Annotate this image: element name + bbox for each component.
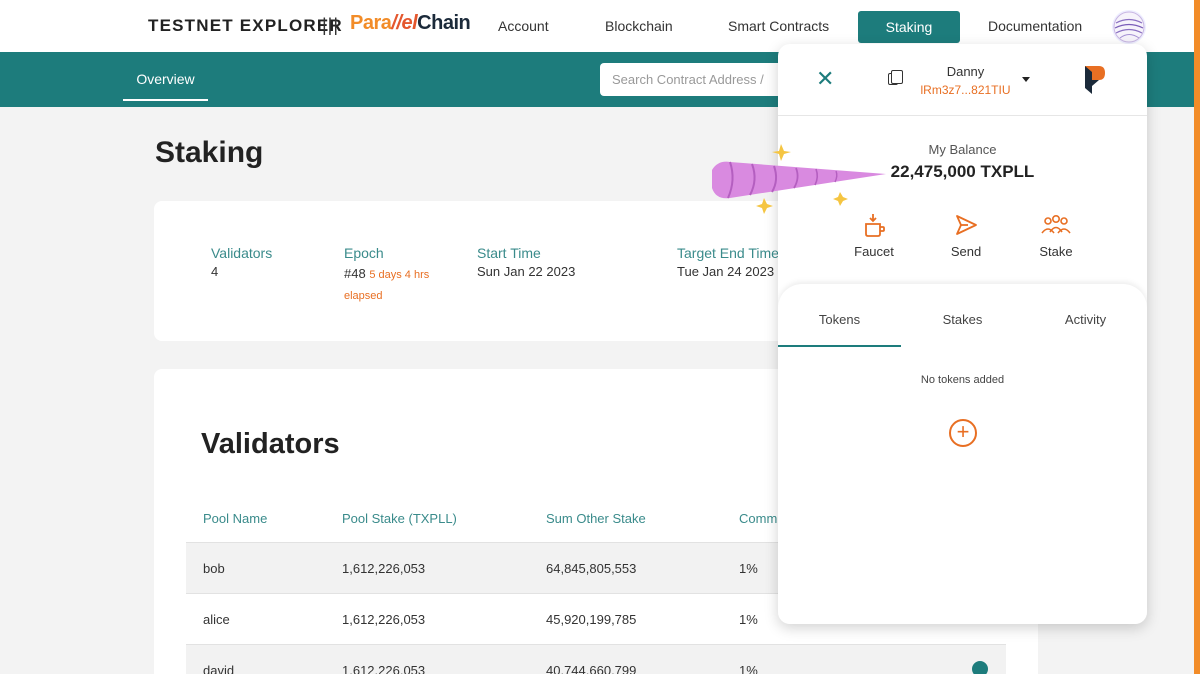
sparkle-icon (772, 144, 791, 161)
epoch-number: #48 (344, 266, 366, 281)
table-row[interactable]: david 1,612,226,053 40,744,660,799 1% (186, 644, 1006, 674)
brand-title[interactable]: TESTNET EXPLORER (148, 16, 343, 36)
tab-overview-underline (123, 99, 208, 101)
pool-stake: 1,612,226,053 (342, 663, 426, 674)
parallelchain-logo[interactable]: Para//elChain (350, 12, 471, 35)
pool-name: david (203, 663, 235, 674)
logo-text-slash: //el (391, 12, 418, 34)
page-title: Staking (155, 136, 264, 169)
pool-stake: 1,612,226,053 (342, 561, 426, 576)
nav-documentation[interactable]: Documentation (988, 18, 1082, 34)
validators-count-value: 4 (211, 264, 219, 279)
tab-overview[interactable]: Overview (123, 71, 208, 87)
wallet-popup: ✕ Danny lRm3z7...821TIU My Balance 22,47… (778, 44, 1147, 624)
account-address: lRm3z7...821TIU (920, 83, 1011, 97)
close-icon[interactable]: ✕ (816, 68, 834, 90)
faucet-label: Faucet (854, 244, 894, 259)
commission: 1% (739, 612, 758, 627)
nav-account[interactable]: Account (498, 18, 549, 34)
logo-text-para: Para (350, 12, 392, 34)
epoch-value: #48 5 days 4 hrs elapsed (344, 264, 454, 306)
tab-activity[interactable]: Activity (1024, 312, 1147, 327)
stake-button[interactable]: Stake (1021, 212, 1091, 259)
end-time-label: Target End Time (677, 245, 779, 261)
unicorn-horn-decoration (712, 144, 886, 214)
nav-blockchain[interactable]: Blockchain (605, 18, 673, 34)
stake-label: Stake (1039, 244, 1073, 259)
wallet-header: ✕ Danny lRm3z7...821TIU (778, 44, 1147, 116)
other-stake: 45,920,199,785 (546, 612, 637, 627)
pool-name: bob (203, 561, 225, 576)
empty-tokens-message: No tokens added (920, 374, 1005, 386)
validators-title: Validators (201, 428, 340, 460)
nav-smart-contracts[interactable]: Smart Contracts (728, 18, 829, 34)
sparkle-icon (833, 192, 848, 206)
column-header-pool-stake: Pool Stake (TXPLL) (342, 511, 457, 526)
copy-icon[interactable] (888, 70, 903, 85)
globe-icon (1113, 11, 1145, 43)
other-stake: 64,845,805,553 (546, 561, 637, 576)
scrollbar[interactable] (1194, 0, 1200, 674)
pool-stake: 1,612,226,053 (342, 612, 426, 627)
other-stake: 40,744,660,799 (546, 663, 637, 674)
search-input[interactable]: Search Contract Address / (600, 63, 800, 96)
add-token-button[interactable]: + (949, 419, 977, 447)
wallet-tabs-panel: Tokens Stakes Activity No tokens added + (778, 284, 1147, 624)
epoch-label: Epoch (344, 245, 384, 261)
parallelchain-wallet-logo-icon (1085, 66, 1105, 94)
commission: 1% (739, 561, 758, 576)
tab-stakes[interactable]: Stakes (901, 312, 1024, 327)
sparkle-icon (756, 198, 773, 214)
epoch-elapsed-suffix: elapsed (344, 290, 383, 302)
end-time-value: Tue Jan 24 2023 (677, 264, 775, 279)
start-time-value: Sun Jan 22 2023 (477, 264, 576, 279)
account-dropdown-icon[interactable] (1022, 77, 1030, 82)
validators-count-label: Validators (211, 245, 273, 261)
column-header-commission: Comm (739, 511, 778, 526)
tab-tokens[interactable]: Tokens (778, 312, 901, 327)
send-label: Send (950, 244, 982, 259)
account-name: Danny (946, 64, 985, 79)
column-header-other-stake: Sum Other Stake (546, 511, 646, 526)
send-button[interactable]: Send (931, 212, 1001, 259)
people-icon (1041, 214, 1071, 234)
nav-staking[interactable]: Staking (858, 11, 960, 43)
stake-pool-icon[interactable] (972, 661, 988, 674)
avatar[interactable] (1112, 10, 1146, 44)
brand-separator: ||| (322, 15, 340, 35)
epoch-stats-card: Validators 4 Epoch #48 5 days 4 hrs elap… (154, 201, 794, 341)
pool-name: alice (203, 612, 230, 627)
epoch-elapsed: 5 days 4 hrs (369, 269, 430, 281)
commission: 1% (739, 663, 758, 674)
column-header-pool-name: Pool Name (203, 511, 268, 526)
logo-text-chain: Chain (417, 12, 471, 34)
start-time-label: Start Time (477, 245, 541, 261)
send-icon (956, 215, 977, 235)
active-tab-underline (778, 345, 901, 347)
